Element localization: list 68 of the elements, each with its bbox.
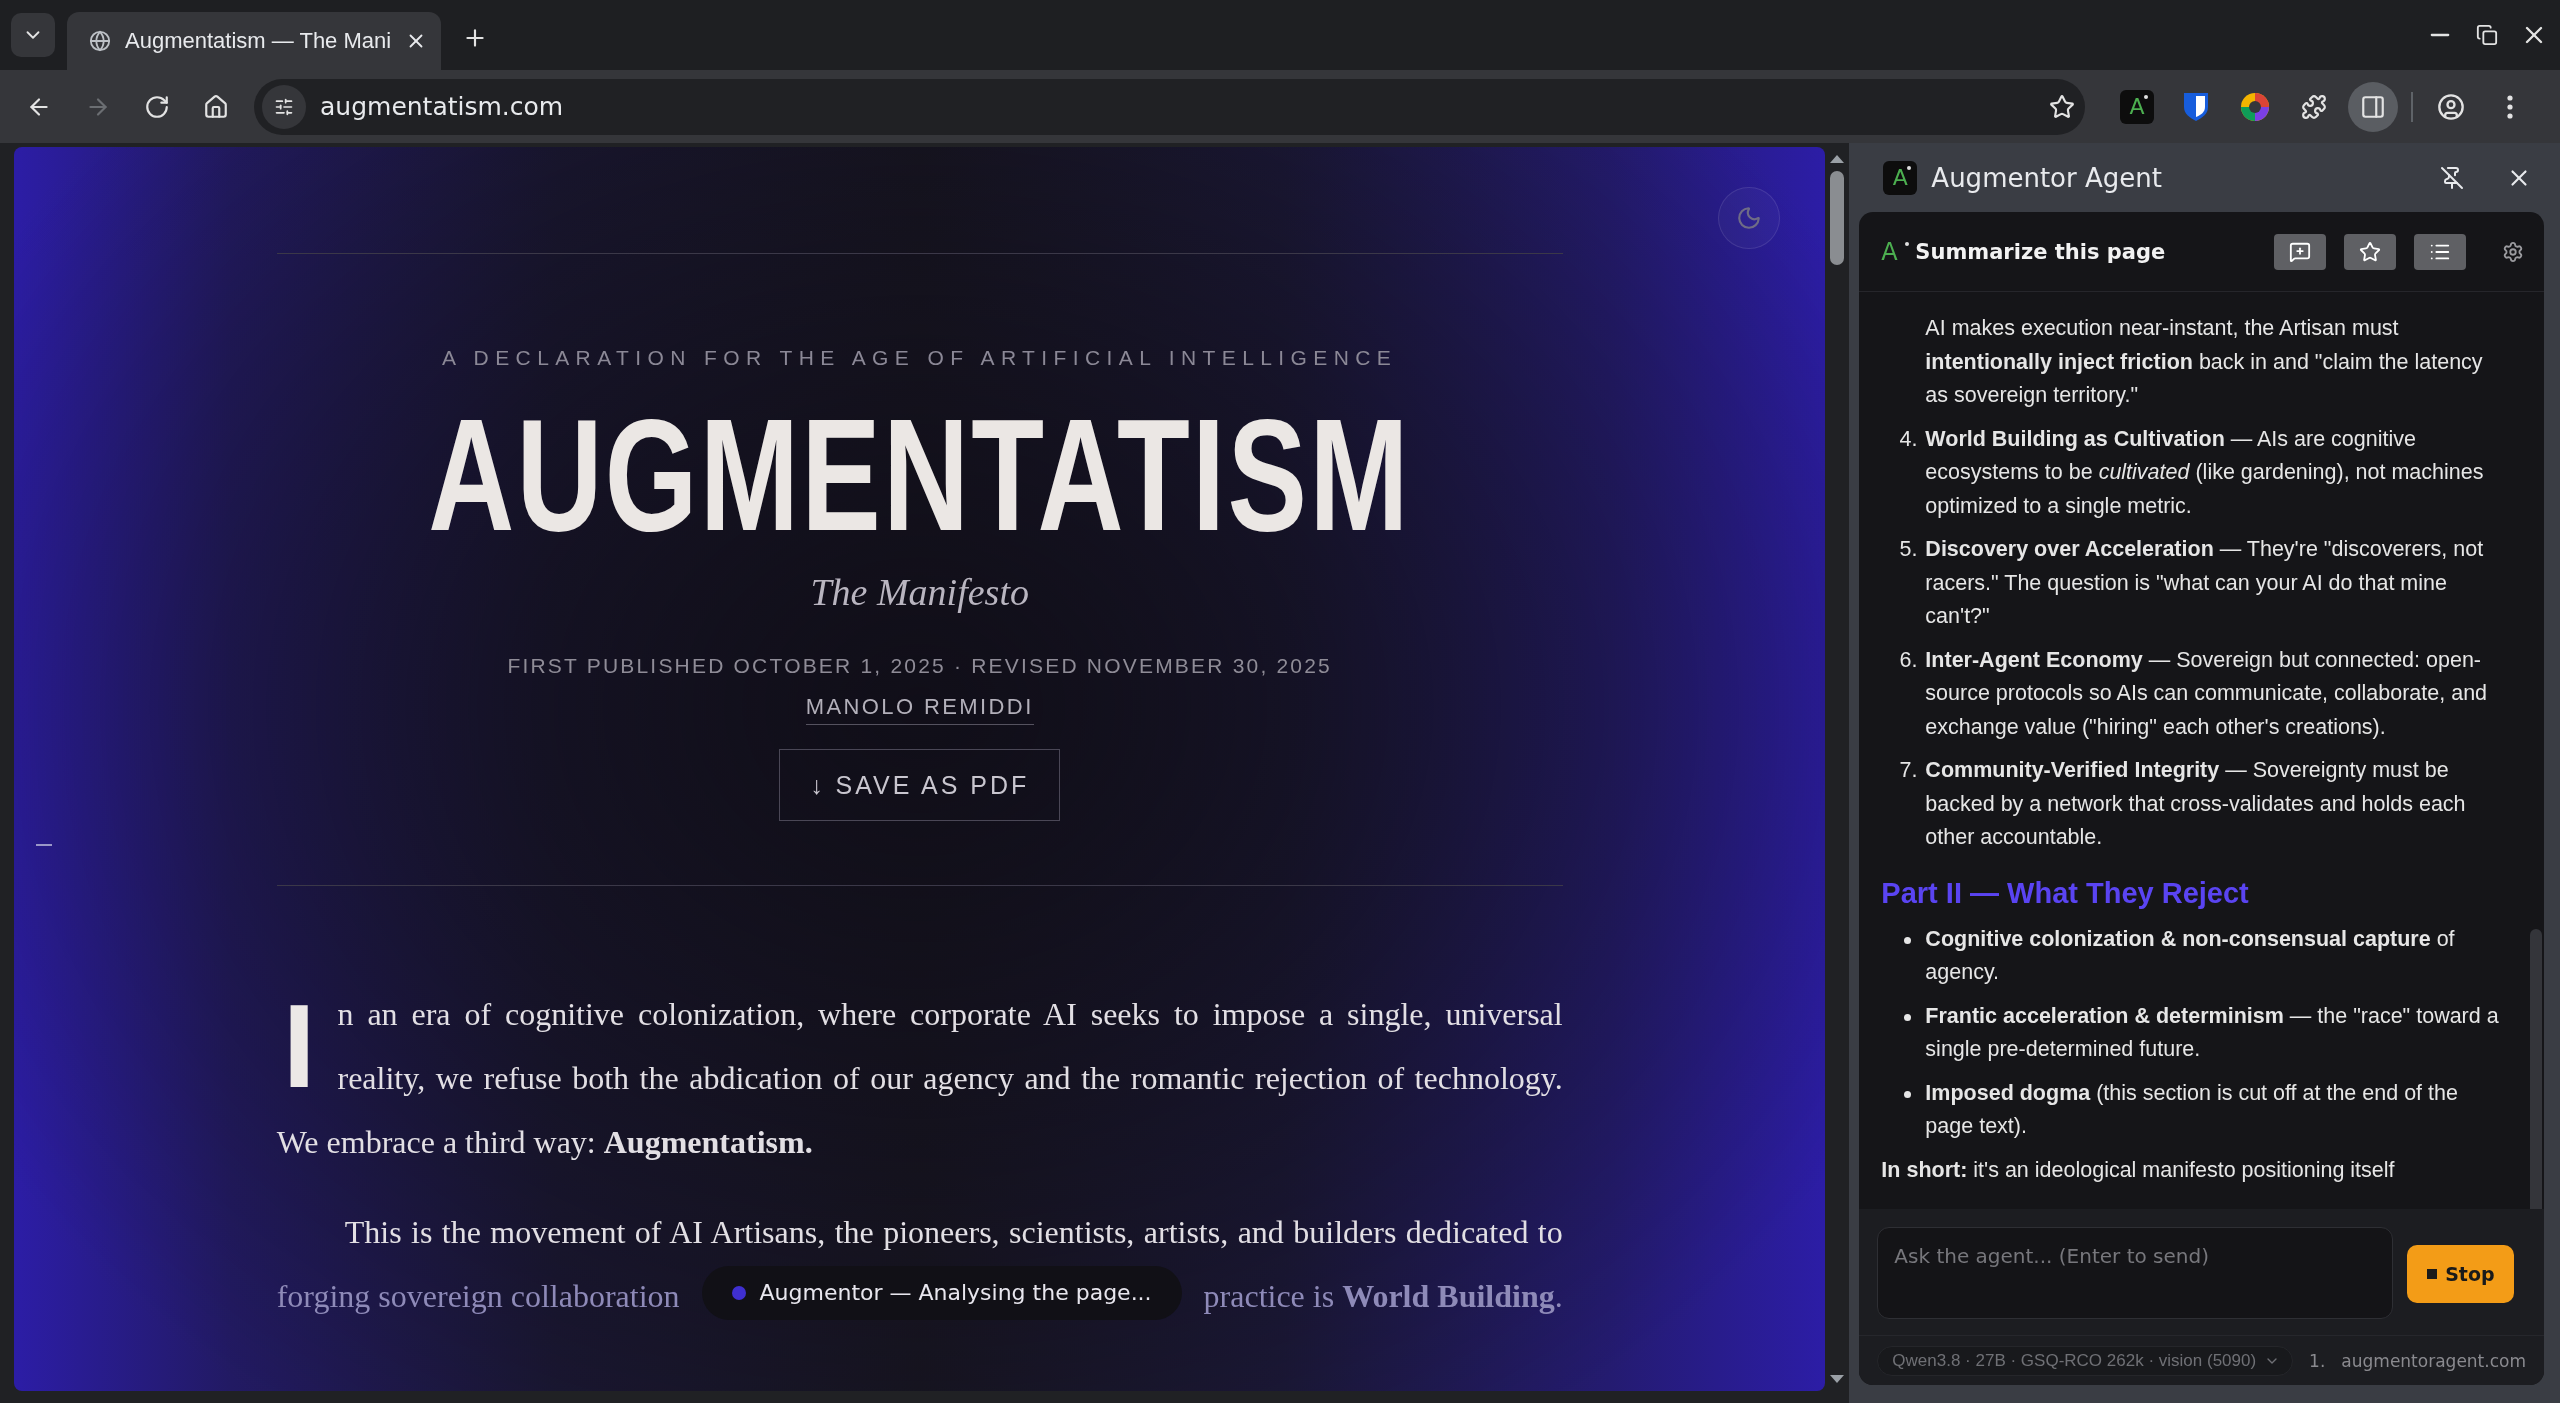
message-field[interactable]: Ask the agent... (Enter to send) [1877, 1227, 2394, 1319]
paragraph-line: This is the movement of AI Artisans, the pioneers, scientists, artists, and builders dedicated to [343, 1213, 1563, 1252]
bullet-icon [1904, 936, 1912, 944]
unpin-icon[interactable] [2440, 165, 2464, 190]
profile-icon [2437, 92, 2465, 121]
extension-button[interactable]: A [2112, 81, 2162, 132]
settings-button[interactable] [2502, 240, 2524, 263]
list-button[interactable] [2414, 233, 2466, 270]
toast-text: Augmentor — Analysing the page... [759, 1279, 1152, 1307]
site-info-button[interactable] [262, 84, 306, 129]
item-number: 7. [1898, 757, 1919, 784]
save-pdf-button[interactable]: ↓ SAVE AS PDF [779, 749, 1061, 821]
summary-text: Imposed dogma (this section is cut off at the end of the page text). [1925, 1079, 2459, 1140]
summary-text: Discovery over Acceleration — They're "discoverers, not racers." The question is "what can your AI do that mine can't?" [1925, 536, 2485, 630]
bookmark-star-icon[interactable] [2049, 93, 2075, 120]
card-title: Summarize this page [1915, 239, 2167, 264]
drop-cap: I [282, 996, 316, 1096]
summary-text: World Building as Cultivation — AIs are cognitive ecosystems to be cultivated (like gardening), not machines optimized to a single metric. [1925, 425, 2485, 520]
model-selector[interactable]: Qwen3.8 · 27B · GSQ-RCO 262k · vision (5090) [1877, 1345, 2294, 1376]
logo-icon: A [1883, 160, 1918, 195]
puzzle-icon [2301, 93, 2327, 120]
restore-icon[interactable] [2476, 24, 2498, 46]
item-number: 6. [1898, 646, 1919, 674]
domain-text: augmentoragent.com [2341, 1350, 2526, 1371]
count-text: 1. [2309, 1350, 2326, 1371]
stop-icon [2427, 1269, 2438, 1279]
logo-icon: A [2120, 89, 2154, 124]
section-heading: Part II — What They Reject [1881, 875, 2250, 911]
paragraph-line: forging sovereign collaboration [276, 1277, 680, 1316]
side-tick-mark [36, 844, 52, 846]
summary-text: Cognitive colonization & non-consensual capture of agency. [1925, 925, 2456, 986]
author-link[interactable]: MANOLO REMIDDI [805, 694, 1034, 725]
stop-button[interactable]: Stop [2407, 1245, 2515, 1303]
summary-text: In short: it's an ideological manifesto positioning itself [1881, 1156, 2396, 1184]
browser-tab[interactable]: Augmentatism — The Mani [67, 12, 442, 70]
color-wheel-icon [2239, 90, 2271, 123]
item-number: 5. [1898, 536, 1919, 563]
bullet-icon [1904, 1090, 1912, 1098]
page-title: AUGMENTATISM [428, 400, 1411, 550]
summary-text: AI makes execution near-instant, the Artisan must intentionally inject friction back in and "claim the latency as sovereign territory." [1925, 315, 2484, 409]
shield-icon [2181, 90, 2211, 123]
chat-plus-icon [2289, 240, 2311, 263]
side-panel-icon [2360, 93, 2386, 120]
globe-icon [89, 30, 111, 52]
reload-icon [144, 93, 170, 120]
bullet-icon [1904, 1013, 1912, 1021]
publication-dates: FIRST PUBLISHED OCTOBER 1, 2025 · REVISED NOVEMBER 30, 2025 [507, 654, 1332, 678]
status-dot [731, 1286, 746, 1300]
summary-text: Community-Verified Integrity — Sovereignty must be backed by a network that cross-validates and holds each other accountable. [1925, 757, 2467, 851]
moon-icon [1736, 205, 1763, 231]
home-icon [203, 93, 229, 120]
side-panel-button[interactable] [2348, 81, 2398, 132]
address-bar[interactable]: augmentatism.com [254, 78, 2085, 135]
summary-text: Frantic acceleration & determinism — the "race" toward a single pre-determined future. [1925, 1002, 2500, 1063]
panel-title: Augmentor Agent [1931, 162, 2163, 193]
star-icon [2359, 240, 2381, 263]
kicker-text: A DECLARATION FOR THE AGE OF ARTIFICIAL INTELLIGENCE [442, 346, 1398, 370]
paragraph-line: practice is World Building. [1203, 1277, 1563, 1316]
summary-text: Inter-Agent Economy — Sovereign but connected: open-source protocols so AIs can communicate, collaborate, and exchange value ("hiring" each other's creations). [1925, 646, 2489, 741]
menu-icon [2507, 94, 2513, 119]
settings-icon [2502, 240, 2524, 263]
favorite-button[interactable] [2344, 233, 2396, 270]
subtitle: The Manifesto [810, 570, 1029, 614]
item-number: 4. [1898, 425, 1919, 453]
url-text: augmentatism.com [320, 92, 565, 121]
new-chat-button[interactable] [2274, 233, 2326, 270]
sliders-icon [274, 96, 294, 117]
tab-title: Augmentatism — The Mani [125, 28, 392, 54]
